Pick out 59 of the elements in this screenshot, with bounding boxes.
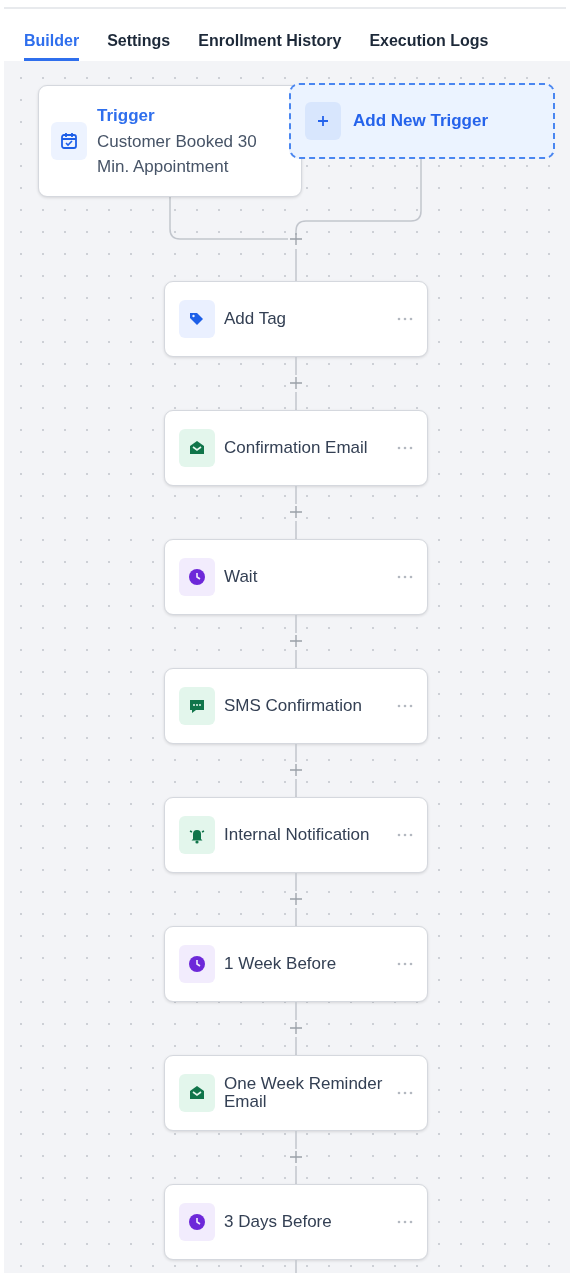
action-card[interactable]: Internal Notification <box>164 797 428 873</box>
action-label: Internal Notification <box>224 826 371 844</box>
connector-line <box>295 1260 297 1273</box>
connector-line <box>295 778 297 797</box>
trigger-description: Customer Booked 30 Min. Appointment <box>97 130 258 178</box>
action-label: One Week Reminder Email <box>224 1075 384 1111</box>
connector-line <box>295 649 297 668</box>
more-icon[interactable] <box>397 833 413 837</box>
connector-line <box>295 1002 297 1021</box>
connector-line <box>295 391 297 410</box>
connector-line <box>295 744 297 763</box>
more-icon[interactable] <box>397 1220 413 1224</box>
connector-line <box>295 486 297 505</box>
add-step-icon[interactable] <box>289 376 303 390</box>
tab[interactable]: Settings <box>107 9 171 61</box>
action-label: Confirmation Email <box>224 439 369 457</box>
connector-line <box>295 1036 297 1055</box>
connector-line <box>295 520 297 539</box>
connector-line <box>295 907 297 926</box>
action-label: 3 Days Before <box>224 1213 333 1231</box>
more-icon[interactable] <box>397 575 413 579</box>
add-step-icon[interactable] <box>289 634 303 648</box>
action-label: 1 Week Before <box>224 955 338 973</box>
more-icon[interactable] <box>397 317 413 321</box>
connector-line <box>295 248 297 281</box>
clock-icon <box>187 567 207 587</box>
action-card[interactable]: SMS Confirmation <box>164 668 428 744</box>
connector-line <box>295 1131 297 1150</box>
more-icon[interactable] <box>397 446 413 450</box>
more-icon[interactable] <box>397 704 413 708</box>
add-step-icon[interactable] <box>289 232 303 246</box>
add-step-icon[interactable] <box>289 892 303 906</box>
trigger-title: Trigger <box>97 105 156 128</box>
calendar-icon <box>59 131 79 151</box>
more-icon[interactable] <box>397 962 413 966</box>
add-step-icon[interactable] <box>289 1021 303 1035</box>
action-label: Wait <box>224 568 259 586</box>
action-card[interactable]: 3 Days Before <box>164 1184 428 1260</box>
add-step-icon[interactable] <box>289 505 303 519</box>
connector-line <box>295 873 297 892</box>
add-step-icon[interactable] <box>289 763 303 777</box>
clock-icon <box>187 954 207 974</box>
action-label: Add Tag <box>224 310 288 328</box>
tab[interactable]: Enrollment History <box>198 9 342 61</box>
action-card[interactable]: 1 Week Before <box>164 926 428 1002</box>
action-card[interactable]: Confirmation Email <box>164 410 428 486</box>
action-card[interactable]: Wait <box>164 539 428 615</box>
more-icon[interactable] <box>397 1091 413 1095</box>
connector-line <box>295 357 297 376</box>
action-label: SMS Confirmation <box>224 697 363 715</box>
add-step-icon[interactable] <box>289 1150 303 1164</box>
action-card[interactable]: Add Tag <box>164 281 428 357</box>
clock-icon <box>187 1212 207 1232</box>
connector-line <box>295 615 297 634</box>
tab[interactable]: Execution Logs <box>369 9 489 61</box>
connector-line <box>295 1165 297 1184</box>
trigger-card[interactable]: Trigger Customer Booked 30 Min. Appointment <box>38 85 302 197</box>
add-trigger-button[interactable]: Add New Trigger <box>289 83 555 159</box>
action-card[interactable]: One Week Reminder Email <box>164 1055 428 1131</box>
